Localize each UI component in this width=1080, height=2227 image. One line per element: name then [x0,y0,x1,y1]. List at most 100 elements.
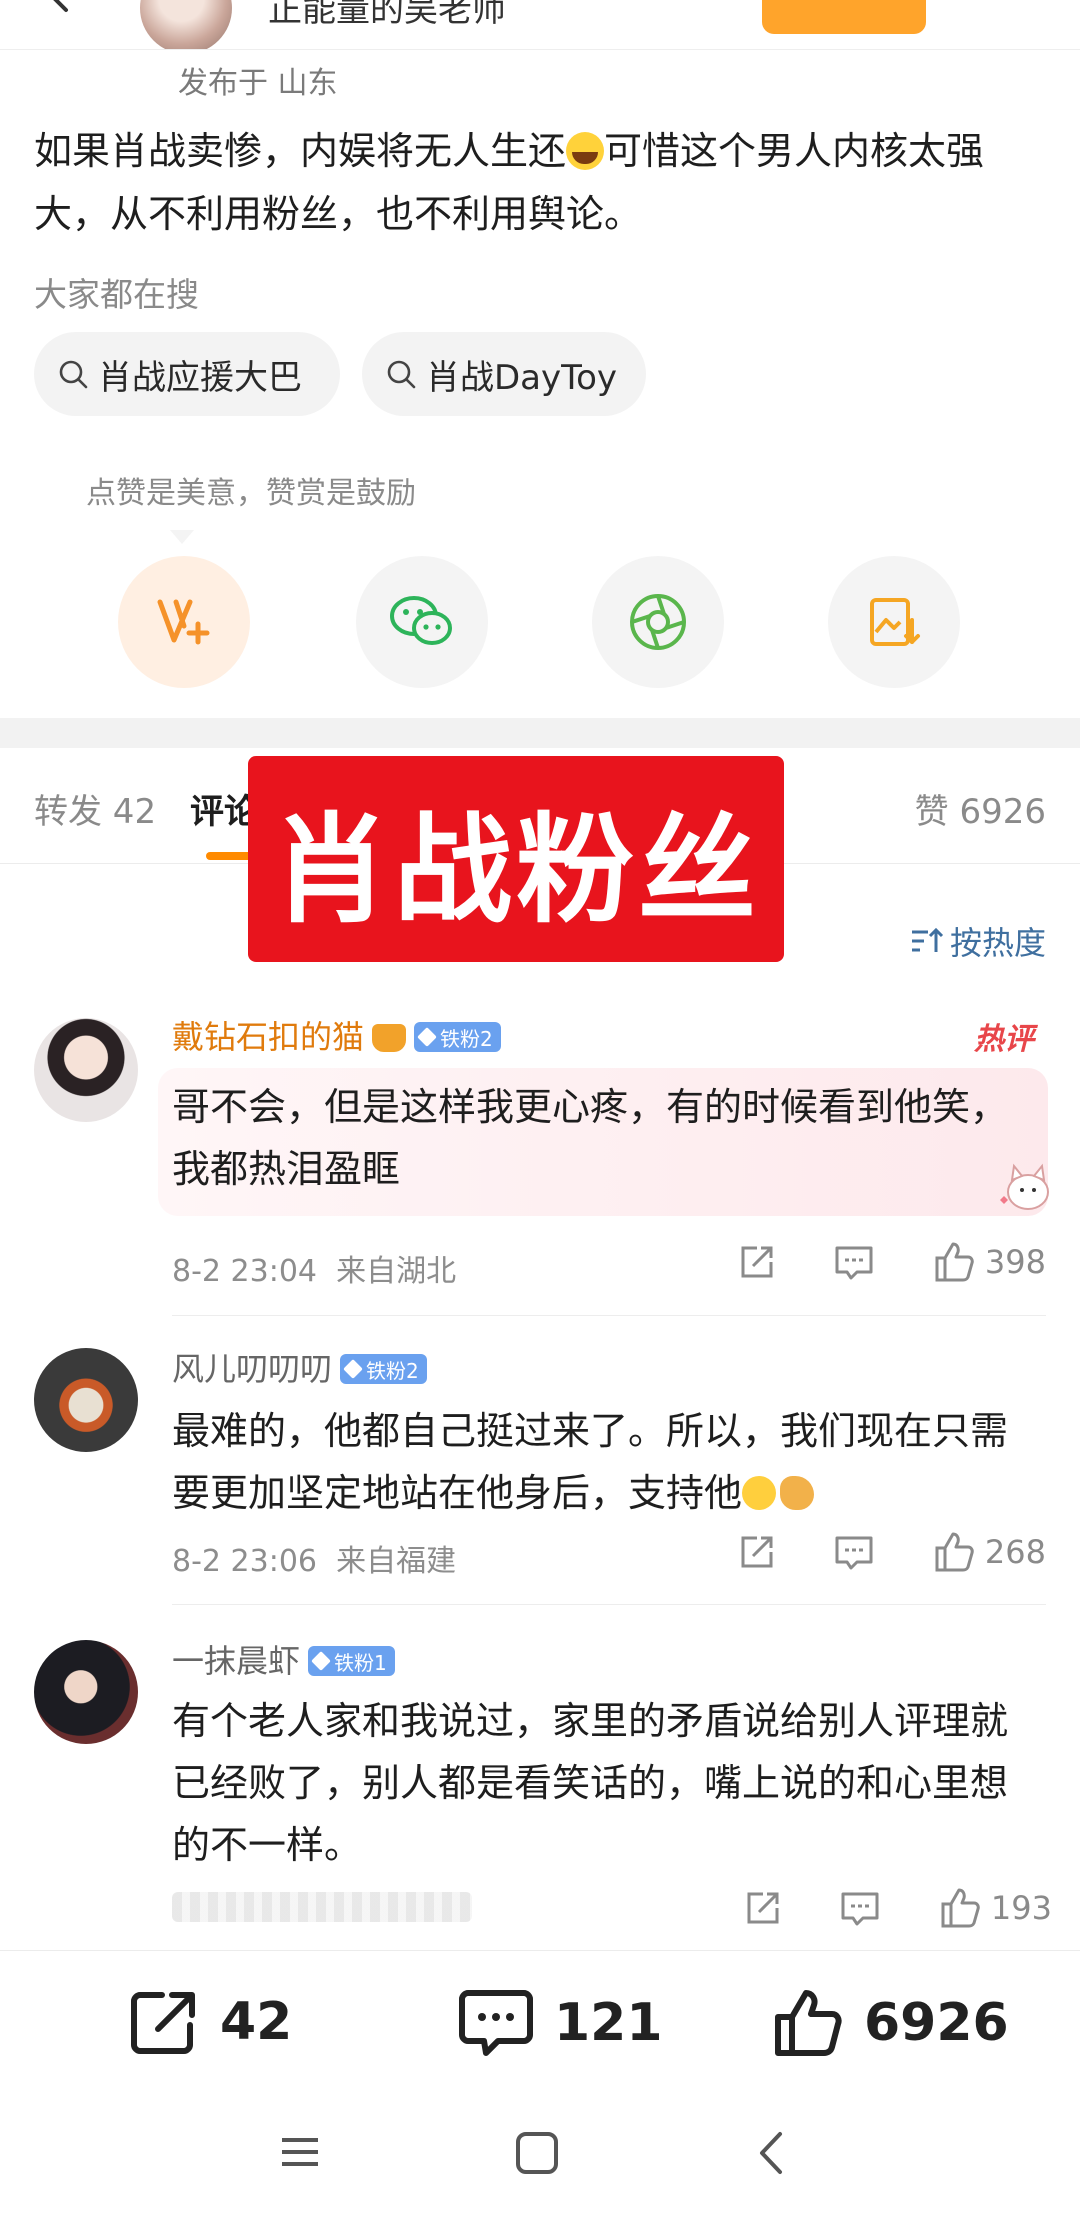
follow-button[interactable] [762,0,926,34]
back-arrow-icon[interactable] [36,0,84,18]
vplus-reward-button[interactable] [118,556,250,688]
vplus-icon [157,599,210,645]
comment-like-count: 268 [984,1533,1046,1571]
comment-reply-button[interactable] [839,1888,881,1928]
comment-separator [172,1315,1046,1316]
comment-like-button[interactable]: 398 [931,1240,1046,1284]
share-icon [741,1536,773,1568]
search-icon [387,360,416,389]
save-image-button[interactable] [828,556,960,688]
share-moments-button[interactable] [592,556,724,688]
comment-share-button[interactable] [737,1242,777,1282]
comment-actions: 193 [743,1886,1052,1930]
comment-actions: 398 [737,1240,1046,1284]
search-chip-2[interactable]: 肖战DayToy [362,332,646,416]
crying-emoji-icon [566,132,605,170]
diamond-icon [417,1027,437,1047]
comment-meta: 8-2 23:06 来自福建 [172,1536,456,1580]
trending-search-label: 大家都在搜 [34,275,199,314]
share-icon [741,1246,773,1278]
menu-icon[interactable] [278,2130,322,2174]
comment-meta-blurred [172,1892,472,1922]
thumbs-up-icon [941,1888,980,1928]
comment-text: 最难的，他都自己挺过来了。所以，我们现在只需要更加坚定地站在他身后，支持他 [172,1400,1042,1524]
commenter-avatar[interactable] [34,1348,138,1452]
back-icon[interactable] [752,2130,792,2176]
reply-icon [835,1536,873,1570]
sort-icon [911,927,944,952]
comment-share-button[interactable] [743,1888,783,1928]
comment-reply-button[interactable] [833,1532,875,1572]
commenter-name-row: 风儿叨叨叨 铁粉2 [172,1344,427,1390]
thumbs-up-icon [935,1242,974,1282]
search-icon [59,360,88,389]
comment-text: 哥不会，但是这样我更心疼，有的时候看到他笑，我都热泪盈眶 [172,1085,1009,1191]
comment-text-body: 最难的，他都自己挺过来了。所以，我们现在只需要更加坚定地站在他身后，支持他 [172,1409,1009,1515]
comment-item: 一抹晨虾 铁粉1 有个老人家和我说过，家里的矛盾说给别人评理就已经败了，别人都是看… [0,1636,1080,1946]
comment-location: 来自福建 [336,1544,457,1579]
bottom-comment-button[interactable]: 121 [458,1987,663,2059]
wechat-icon [390,596,452,645]
commenter-name-row: 戴钻石扣的猫 铁粉2 [172,1012,501,1058]
bottom-like-button[interactable]: 6926 [772,1987,1009,2059]
comment-like-count: 398 [984,1243,1046,1281]
bottom-repost-count: 42 [220,1992,293,2052]
fan-badge: 铁粉2 [414,1022,501,1052]
comment-time: 8-2 23:06 [172,1544,317,1579]
search-chip-1[interactable]: 肖战应援大巴 [34,332,340,416]
comment-like-button[interactable]: 193 [937,1886,1052,1930]
comment-reply-button[interactable] [833,1242,875,1282]
commenter-name[interactable]: 一抹晨虾 [172,1642,300,1680]
comment-item: 风儿叨叨叨 铁粉2 最难的，他都自己挺过来了。所以，我们现在只需要更加坚定地站在他… [0,1344,1080,1624]
comment-icon [459,1990,533,2056]
reply-icon [835,1246,873,1280]
post-text-part1: 如果肖战卖惨，内娱将无人生还 [34,129,567,173]
fan-badge-label: 铁粉1 [334,1650,387,1675]
fan-badge-label: 铁粉2 [440,1026,493,1051]
home-icon[interactable] [514,2130,560,2176]
fan-badge-label: 铁粉2 [366,1358,419,1383]
diamond-icon [311,1651,331,1671]
comment-text: 有个老人家和我说过，家里的矛盾说给别人评理就已经败了，别人都是看笑话的，嘴上说的… [172,1699,1009,1867]
bottom-like-count: 6926 [864,1993,1009,2053]
bottom-action-bar: 42 121 6926 [0,1950,1080,2092]
reward-tip: 点赞是美意，赞赏是鼓励 [86,476,416,511]
author-avatar[interactable] [140,0,232,49]
comment-location: 来自湖北 [336,1254,457,1289]
bottom-repost-button[interactable]: 42 [128,1987,292,2057]
comment-time: 8-2 23:04 [172,1254,317,1289]
post-location: 发布于 山东 [178,66,338,101]
comment-separator [172,1604,1046,1605]
post-header: 正能量的吴老师 [0,0,1080,50]
comment-actions: 268 [737,1530,1046,1574]
crown-icon [372,1024,407,1052]
author-name[interactable]: 正能量的吴老师 [268,0,506,31]
fan-badge: 铁粉2 [340,1354,427,1384]
bottom-comment-count: 121 [554,1993,663,2053]
overlay-banner-text: 肖战粉丝 [271,800,760,939]
moments-icon [630,594,686,650]
search-chip-label: 肖战DayToy [426,357,618,398]
search-chip-label: 肖战应援大巴 [98,357,302,398]
comment-like-count: 193 [990,1889,1052,1927]
fan-badge: 铁粉1 [308,1646,395,1676]
comment-share-button[interactable] [737,1532,777,1572]
thumbs-up-icon [775,1990,842,2056]
commenter-avatar[interactable] [34,1018,138,1122]
post-body: 如果肖战卖惨，内娱将无人生还 可惜这个男人内核太强大，从不利用粉丝，也不利用舆论。 [34,120,1044,246]
tab-like[interactable]: 赞 6926 [915,784,1046,833]
section-divider [0,718,1080,748]
share-wechat-button[interactable] [356,556,488,688]
tab-repost[interactable]: 转发 42 [34,784,156,833]
muscle-emoji-icon [780,1476,815,1510]
commenter-name[interactable]: 风儿叨叨叨 [172,1350,332,1388]
sort-by-hot-button[interactable]: 按热度 [910,918,1046,964]
cat-sticker-icon [1000,1163,1049,1210]
comment-like-button[interactable]: 268 [931,1530,1046,1574]
comment-item: 戴钻石扣的猫 铁粉2 热评 哥不会，但是这样我更心疼，有的时候看到他笑，我都热泪盈… [0,1010,1080,1316]
hot-comment-tag: 热评 [974,1022,1034,1057]
comment-meta: 8-2 23:04 来自湖北 [172,1246,456,1290]
commenter-name-row: 一抹晨虾 铁粉1 [172,1636,395,1682]
commenter-name[interactable]: 戴钻石扣的猫 [172,1018,364,1056]
commenter-avatar[interactable] [34,1640,138,1744]
